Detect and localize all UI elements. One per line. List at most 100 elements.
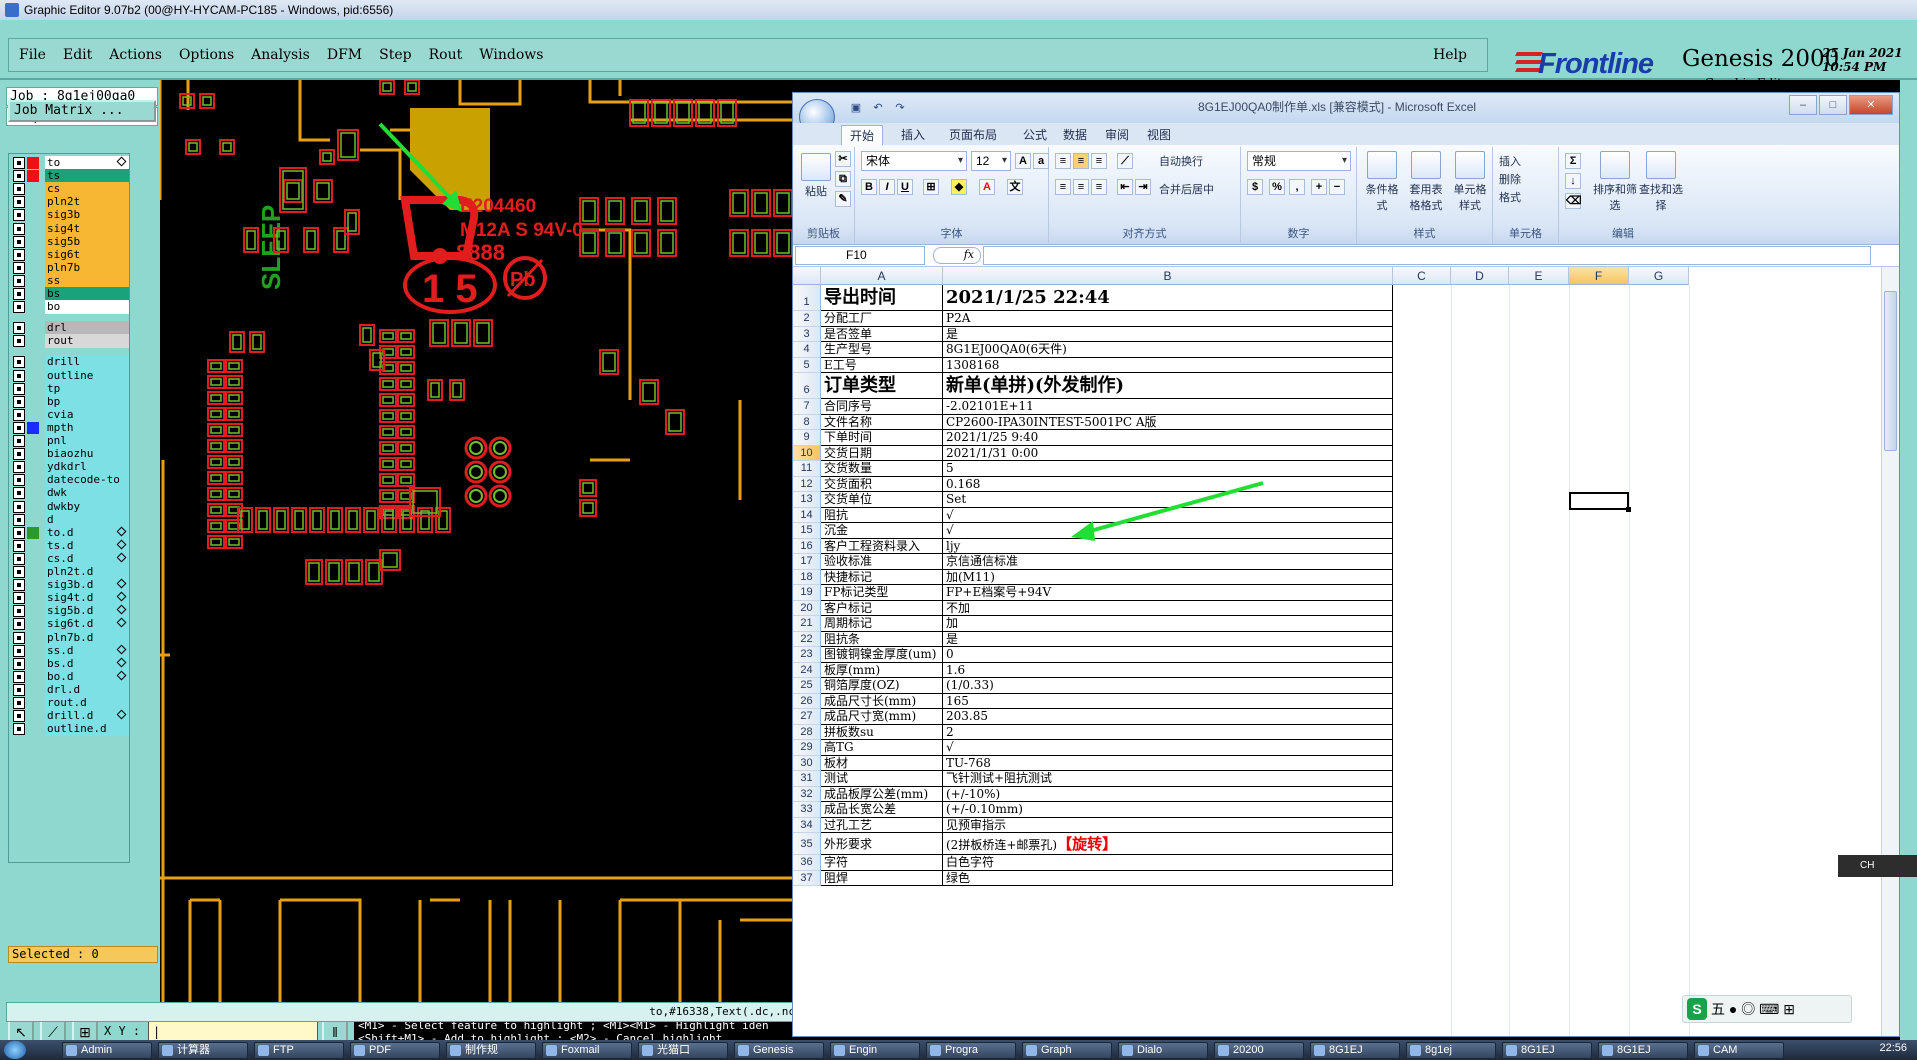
taskbar-item[interactable]: 计算器 <box>158 1042 248 1059</box>
layer-checkbox[interactable] <box>13 301 25 314</box>
layer-row[interactable]: sig3b <box>11 208 131 223</box>
taskbar-item[interactable]: 8G1EJ <box>1310 1042 1400 1059</box>
layer-row[interactable]: pnl <box>11 434 131 448</box>
taskbar-item[interactable]: Engin <box>830 1042 920 1059</box>
layer-checkbox[interactable] <box>13 395 25 408</box>
layer-checkbox[interactable] <box>13 683 25 696</box>
taskbar-item[interactable]: CAM <box>1694 1042 1784 1059</box>
layer-checkbox[interactable] <box>13 474 25 487</box>
menu-windows[interactable]: Windows <box>479 47 543 63</box>
layer-row[interactable]: drl.d <box>11 682 131 697</box>
layer-checkbox[interactable] <box>13 579 25 592</box>
layer-row[interactable]: sig4t <box>11 221 131 236</box>
layer-checkbox[interactable] <box>13 157 25 169</box>
layer-checkbox[interactable] <box>13 487 25 500</box>
menu-dfm[interactable]: DFM <box>327 47 362 63</box>
layer-row[interactable]: ts <box>11 169 131 184</box>
layer-row[interactable]: ts.d <box>11 538 131 553</box>
layer-row[interactable]: outline.d <box>11 722 131 737</box>
layer-row[interactable]: d <box>11 512 131 527</box>
layer-checkbox[interactable] <box>13 552 25 565</box>
layer-row[interactable]: ss.d <box>11 643 131 658</box>
layer-row[interactable]: to.d <box>11 525 131 540</box>
menu-file[interactable]: File <box>19 47 46 63</box>
layer-checkbox[interactable] <box>13 592 25 605</box>
layer-row[interactable]: pln2t <box>11 195 131 210</box>
layer-row[interactable]: to <box>11 156 131 170</box>
layer-checkbox[interactable] <box>13 196 25 209</box>
layer-checkbox[interactable] <box>13 670 25 683</box>
layer-checkbox[interactable] <box>13 631 25 644</box>
layer-checkbox[interactable] <box>13 322 25 335</box>
layer-checkbox[interactable] <box>13 723 25 736</box>
layer-row[interactable]: pln2t.d <box>11 565 131 579</box>
menu-rout[interactable]: Rout <box>429 47 463 63</box>
layer-row[interactable]: tp <box>11 381 131 396</box>
layer-row[interactable]: dwkby <box>11 499 131 514</box>
layer-checkbox[interactable] <box>13 408 25 421</box>
layer-checkbox[interactable] <box>13 539 25 552</box>
layer-checkbox[interactable] <box>13 526 25 539</box>
layer-checkbox[interactable] <box>13 644 25 657</box>
layer-row[interactable]: sig4t.d <box>11 591 131 606</box>
layer-row[interactable]: datecode-to <box>11 473 131 488</box>
layer-row[interactable]: cs <box>11 182 131 197</box>
layer-checkbox[interactable] <box>13 248 25 261</box>
taskbar-item[interactable]: Genesis <box>734 1042 824 1059</box>
graphic-canvas[interactable]: SLEEP E204460 M12A S 94V-0 8888 1 5 Pb <box>160 80 800 1020</box>
taskbar-item[interactable]: 8G1EJ <box>1598 1042 1688 1059</box>
menu-help[interactable]: Help <box>1433 47 1467 63</box>
layer-checkbox[interactable] <box>13 421 25 434</box>
layer-row[interactable]: ss <box>11 273 131 288</box>
layer-row[interactable]: drill <box>11 355 131 370</box>
taskbar-item[interactable]: Progra <box>926 1042 1016 1059</box>
layer-row[interactable]: drill.d <box>11 709 131 724</box>
taskbar-item[interactable]: 8G1EJ <box>1502 1042 1592 1059</box>
wps-toolbar[interactable]: 五 ● ◎ ⌨ ⊞ <box>1682 995 1852 1023</box>
layer-checkbox[interactable] <box>13 513 25 526</box>
layer-checkbox[interactable] <box>13 448 25 461</box>
layer-row[interactable]: outline <box>11 368 131 383</box>
layer-row[interactable]: dwk <box>11 486 131 501</box>
layer-row[interactable]: pln7b.d <box>11 630 131 645</box>
layer-row[interactable]: rout.d <box>11 696 131 710</box>
layer-checkbox[interactable] <box>13 605 25 618</box>
layer-checkbox[interactable] <box>13 461 25 474</box>
layer-row[interactable]: sig3b.d <box>11 578 131 593</box>
layer-row[interactable]: sig6t.d <box>11 617 131 632</box>
layer-checkbox[interactable] <box>13 382 25 395</box>
ime-indicator[interactable]: CH <box>1838 855 1917 877</box>
layer-row[interactable]: cs.d <box>11 551 131 566</box>
layer-checkbox[interactable] <box>13 335 25 348</box>
layer-checkbox[interactable] <box>13 500 25 513</box>
layer-checkbox[interactable] <box>13 435 25 447</box>
layer-checkbox[interactable] <box>13 566 25 578</box>
layer-row[interactable]: biaozhu <box>11 447 131 462</box>
taskbar-item[interactable]: 光猫口 <box>638 1042 728 1059</box>
taskbar-item[interactable]: Dialo <box>1118 1042 1208 1059</box>
taskbar-item[interactable]: Graph <box>1022 1042 1112 1059</box>
taskbar-item[interactable]: 20200 <box>1214 1042 1304 1059</box>
layer-checkbox[interactable] <box>13 697 25 709</box>
taskbar-item[interactable]: Foxmail <box>542 1042 632 1059</box>
layer-row[interactable]: sig5b.d <box>11 604 131 619</box>
layer-row[interactable]: sig6t <box>11 247 131 262</box>
layer-row[interactable]: drl <box>11 321 131 336</box>
layer-row[interactable]: sig5b <box>11 234 131 249</box>
layer-row[interactable]: bo.d <box>11 669 131 684</box>
job-matrix-button[interactable]: Job Matrix ... <box>8 100 156 122</box>
layer-row[interactable]: ydkdrl <box>11 460 131 475</box>
layer-checkbox[interactable] <box>13 222 25 235</box>
menu-step[interactable]: Step <box>379 47 411 63</box>
taskbar-item[interactable]: 制作规 <box>446 1042 536 1059</box>
start-button-icon[interactable] <box>4 1041 26 1059</box>
layer-row[interactable]: bs.d <box>11 656 131 671</box>
layer-row[interactable]: pln7b <box>11 260 131 275</box>
taskbar-item[interactable]: PDF <box>350 1042 440 1059</box>
layer-checkbox[interactable] <box>13 183 25 196</box>
layer-checkbox[interactable] <box>13 710 25 723</box>
menu-actions[interactable]: Actions <box>109 47 162 63</box>
layer-row[interactable]: bs <box>11 287 131 301</box>
menu-analysis[interactable]: Analysis <box>251 47 310 63</box>
taskbar-item[interactable]: FTP <box>254 1042 344 1059</box>
